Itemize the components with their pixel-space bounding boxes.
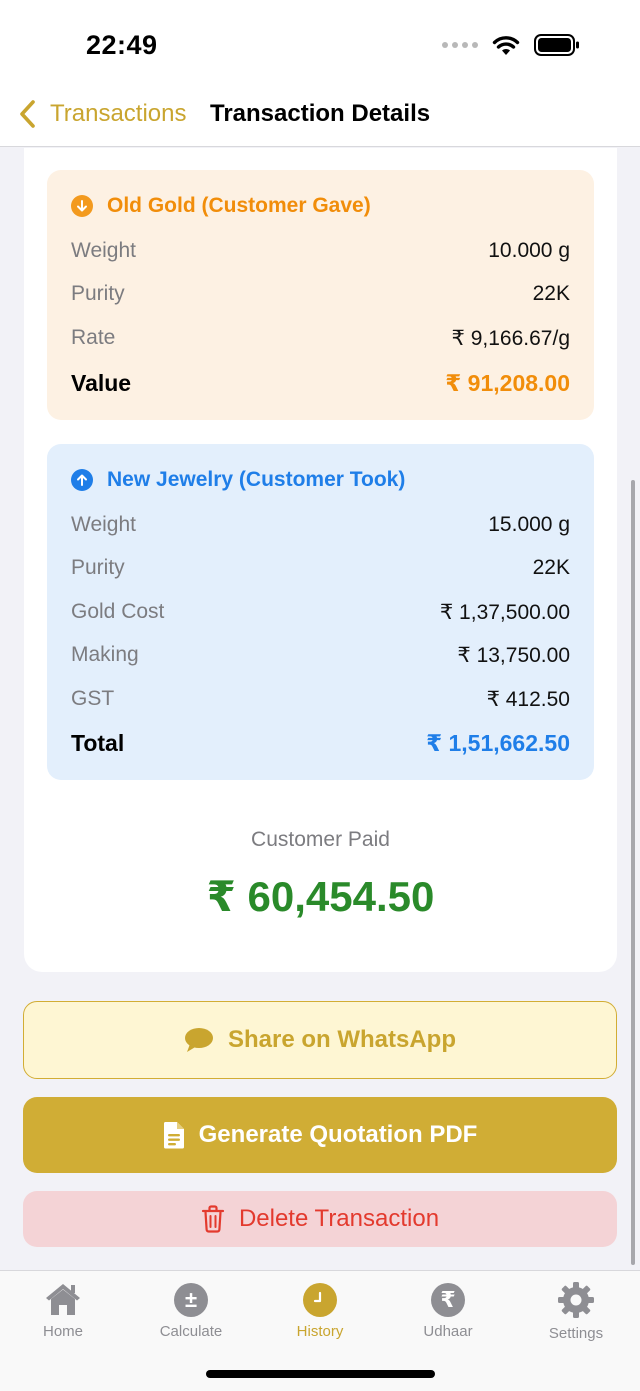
plus-minus-icon: ± — [174, 1283, 208, 1317]
share-whatsapp-button[interactable]: Share on WhatsApp — [23, 1001, 617, 1079]
status-time: 22:49 — [86, 30, 158, 60]
tab-home[interactable]: Home — [8, 1281, 118, 1340]
row-label: Making — [71, 643, 139, 666]
generate-pdf-button[interactable]: Generate Quotation PDF — [23, 1097, 617, 1173]
row-value: ₹ 13,750.00 — [457, 643, 570, 667]
customer-paid-label: Customer Paid — [251, 828, 390, 851]
generate-pdf-label: Generate Quotation PDF — [198, 1121, 478, 1148]
battery-icon — [534, 34, 579, 56]
new-jewelry-row-gold-cost: Gold Cost ₹ 1,37,500.00 — [71, 597, 570, 627]
row-label: GST — [71, 687, 115, 710]
chevron-left-icon — [20, 100, 35, 128]
total-label: Total — [71, 729, 125, 756]
row-label: Purity — [71, 556, 125, 579]
home-icon — [46, 1284, 80, 1315]
row-value: 22K — [532, 556, 570, 579]
new-jewelry-section: New Jewelry (Customer Took) Weight 15.00… — [47, 444, 594, 780]
total-value: ₹ 1,51,662.50 — [426, 729, 570, 756]
old-gold-row-rate: Rate ₹ 9,166.67/g — [71, 323, 570, 353]
chat-bubble-icon — [184, 1028, 213, 1052]
old-gold-row-value: Value ₹ 91,208.00 — [71, 368, 570, 398]
old-gold-section: Old Gold (Customer Gave) Weight 10.000 g… — [47, 170, 594, 420]
scroll-indicator[interactable] — [631, 480, 635, 1265]
row-value: ₹ 9,166.67/g — [451, 326, 570, 350]
new-jewelry-title: New Jewelry (Customer Took) — [107, 468, 406, 491]
new-jewelry-header: New Jewelry (Customer Took) — [71, 468, 405, 492]
gear-icon — [558, 1282, 594, 1318]
total-label: Value — [71, 369, 132, 396]
row-label: Weight — [71, 513, 136, 536]
new-jewelry-row-making: Making ₹ 13,750.00 — [71, 640, 570, 670]
tab-label: Calculate — [159, 1323, 223, 1340]
row-value: 15.000 g — [488, 513, 570, 536]
old-gold-row-weight: Weight 10.000 g — [71, 236, 570, 266]
row-label: Gold Cost — [71, 600, 165, 623]
old-gold-title: Old Gold (Customer Gave) — [107, 194, 371, 217]
trash-icon — [201, 1205, 225, 1233]
row-label: Purity — [71, 282, 125, 305]
row-value: 10.000 g — [488, 239, 570, 262]
row-label: Rate — [71, 326, 116, 349]
customer-paid-amount: ₹ 60,454.50 — [206, 873, 435, 920]
back-button[interactable]: Transactions — [18, 98, 187, 130]
tab-label: Settings — [548, 1325, 604, 1342]
old-gold-header: Old Gold (Customer Gave) — [71, 194, 371, 218]
back-label: Transactions — [50, 100, 187, 127]
tab-settings[interactable]: Settings — [521, 1281, 631, 1342]
row-value: ₹ 1,37,500.00 — [439, 600, 570, 624]
home-indicator — [206, 1370, 435, 1378]
new-jewelry-row-total: Total ₹ 1,51,662.50 — [71, 728, 570, 758]
nav-bar: Transactions Transaction Details — [0, 90, 640, 147]
tab-history[interactable]: History — [265, 1281, 375, 1340]
tab-label: Udhaar — [423, 1323, 473, 1340]
row-value: ₹ 412.50 — [486, 687, 570, 711]
delete-transaction-label: Delete Transaction — [238, 1205, 440, 1232]
new-jewelry-row-weight: Weight 15.000 g — [71, 510, 570, 540]
status-icons — [442, 34, 580, 56]
tab-label: History — [296, 1323, 344, 1340]
tab-udhaar[interactable]: ₹ Udhaar — [393, 1281, 503, 1340]
old-gold-row-purity: Purity 22K — [71, 279, 570, 309]
arrow-down-circle-icon — [71, 195, 93, 217]
wifi-icon — [492, 36, 520, 55]
row-value: 22K — [532, 282, 570, 305]
share-whatsapp-label: Share on WhatsApp — [227, 1026, 456, 1053]
transaction-card: Old Gold (Customer Gave) Weight 10.000 g… — [24, 148, 617, 972]
row-label: Weight — [71, 239, 136, 262]
document-icon — [163, 1122, 184, 1149]
total-value: ₹ 91,208.00 — [445, 369, 570, 396]
page-title: Transaction Details — [210, 100, 431, 127]
rupee-icon: ₹ — [431, 1283, 465, 1317]
delete-transaction-button[interactable]: Delete Transaction — [23, 1191, 617, 1247]
tab-label: Home — [42, 1323, 83, 1340]
tab-calculate[interactable]: ± Calculate — [136, 1281, 246, 1340]
clock-icon — [303, 1283, 337, 1317]
status-bar: 22:49 — [0, 0, 640, 90]
new-jewelry-row-purity: Purity 22K — [71, 553, 570, 583]
signal-icon — [442, 42, 478, 48]
new-jewelry-row-gst: GST ₹ 412.50 — [71, 684, 570, 714]
arrow-up-circle-icon — [71, 469, 93, 491]
